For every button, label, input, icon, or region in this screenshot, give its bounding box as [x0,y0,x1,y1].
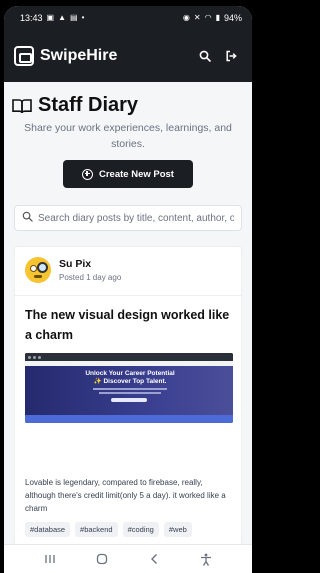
tag-chip[interactable]: #database [25,522,71,537]
alert-notification-icon: ▲ [58,13,67,22]
status-bar: 13:43 ▣ ▲ ▤ • ◉ ✕ ◠ ▮ 94% [4,6,252,30]
post-tags: #database #backend #coding #web [25,522,192,537]
logo-icon [14,46,34,66]
mute-icon: ✕ [193,13,201,22]
divider [15,295,241,296]
phone-screen: 13:43 ▣ ▲ ▤ • ◉ ✕ ◠ ▮ 94% SwipeHire Staf [4,6,252,573]
create-new-post-button[interactable]: Create New Post [63,160,193,188]
image-browser-bar [25,353,233,361]
post-author-row: Su Pix Posted 1 day ago [25,257,121,283]
create-new-post-label: Create New Post [99,168,174,180]
avatar[interactable] [25,257,51,283]
app-name: SwipeHire [40,47,118,64]
post-title[interactable]: The new visual design worked like a char… [25,305,233,345]
search-bar[interactable] [14,205,242,231]
avatar-mouth [34,275,42,278]
system-navigation-bar [4,544,252,573]
page-subtitle: Share your work experiences, learnings, … [24,122,232,150]
image-cta [111,398,147,402]
search-field-icon [22,209,33,227]
page-title: Staff Diary [38,94,139,116]
message-notification-icon: ▤ [70,13,78,22]
tag-chip[interactable]: #backend [75,522,118,537]
avatar-monocle [37,262,48,273]
app-header: SwipeHire [4,30,252,82]
image-dot [38,355,41,359]
author-meta: Su Pix Posted 1 day ago [59,258,121,282]
back-icon[interactable] [142,549,166,569]
image-notification-icon: ▣ [46,13,55,22]
status-time: 13:43 [20,13,43,23]
home-icon[interactable] [90,549,114,569]
accessibility-icon[interactable] [194,549,218,569]
post-image[interactable]: Unlock Your Career Potential ✨ Discover … [25,353,233,423]
page-header: Staff Diary [12,94,138,117]
recent-apps-icon[interactable] [38,549,62,569]
image-text-line [99,392,161,394]
tag-chip[interactable]: #web [163,522,192,537]
diary-post-card[interactable]: Su Pix Posted 1 day ago The new visual d… [14,246,242,546]
tag-chip[interactable]: #coding [122,522,159,537]
search-icon[interactable] [194,45,216,67]
battery-level: 94% [223,13,242,23]
post-timestamp: Posted 1 day ago [59,273,122,282]
logout-icon[interactable] [220,45,242,67]
alarm-icon: ◉ [182,13,190,22]
image-dot [33,355,36,359]
image-dot [28,355,31,359]
book-icon [12,98,32,114]
author-name: Su Pix [59,258,92,270]
search-input[interactable] [38,212,234,224]
image-text-line [93,388,167,390]
avatar-eye [30,265,37,272]
post-body: Lovable is legendary, compared to fireba… [25,478,226,513]
plus-circle-icon [82,168,93,180]
wifi-icon: ◠ [204,13,212,22]
image-footer-bar [25,415,233,423]
dot-icon: • [81,13,85,22]
signal-icon: ▮ [215,13,220,22]
image-headline: Unlock Your Career Potential ✨ Discover … [85,370,175,385]
main-content: Staff Diary Share your work experiences,… [4,82,252,546]
